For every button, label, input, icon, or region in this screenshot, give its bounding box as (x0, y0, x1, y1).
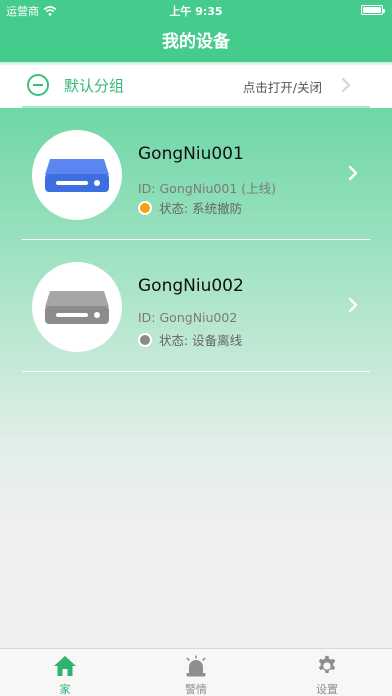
status-dot-icon (138, 332, 152, 347)
status-time: 上午 9:35 (169, 5, 223, 18)
tab-alarm-label: 警情 (185, 683, 207, 696)
group-header[interactable]: 默认分组 点击打开/关闭 (0, 62, 392, 108)
chevron-right-icon[interactable] (346, 164, 360, 182)
device-row-gongniu002[interactable]: GongNiu002 ID: GongNiu002 状态: 设备离线 (0, 240, 392, 372)
device-avatar (32, 130, 122, 220)
tab-settings-label: 设置 (316, 683, 338, 696)
alarm-icon (186, 655, 206, 677)
row-divider (22, 371, 370, 372)
device-name: GongNiu001 (138, 144, 244, 164)
home-icon (54, 656, 76, 676)
device-id: ID: GongNiu001 (上线) (138, 181, 277, 196)
status-bar: 运营商 上午 9:35 (0, 0, 392, 20)
tab-settings[interactable]: 设置 (262, 649, 392, 696)
page-title: 我的设备 (162, 32, 230, 52)
device-name: GongNiu002 (138, 276, 244, 296)
device-status: 状态: 系统撤防 (138, 198, 242, 217)
device-status-text: 状态: 系统撤防 (159, 201, 243, 216)
chevron-right-icon[interactable] (346, 296, 360, 314)
tab-home[interactable]: 家 (0, 649, 130, 696)
device-icon (45, 291, 109, 324)
tab-home-label: 家 (59, 683, 71, 696)
battery-icon (361, 5, 385, 15)
app-screen: 运营商 上午 9:35 我的设备 默认分组 点击打开/关闭 GongNiu001… (0, 0, 392, 696)
device-icon-top (45, 159, 109, 175)
tab-bar: 家 警情 设置 (0, 648, 392, 696)
device-list: GongNiu001 ID: GongNiu001 (上线) 状态: 系统撤防 (0, 108, 392, 648)
device-row-gongniu001[interactable]: GongNiu001 ID: GongNiu001 (上线) 状态: 系统撤防 (0, 108, 392, 240)
device-icon-top (45, 291, 109, 307)
header-bar: 运营商 上午 9:35 我的设备 (0, 0, 392, 62)
chevron-right-icon[interactable] (338, 76, 354, 94)
device-icon (45, 159, 109, 192)
device-status-text: 状态: 设备离线 (159, 333, 243, 348)
status-dot-icon (138, 200, 152, 215)
collapse-icon[interactable] (27, 74, 49, 96)
group-header-shadow (0, 62, 392, 66)
device-id: ID: GongNiu002 (138, 310, 238, 325)
tab-alarm[interactable]: 警情 (131, 649, 261, 696)
gear-icon (318, 655, 336, 673)
group-toggle-hint[interactable]: 点击打开/关闭 (243, 77, 322, 96)
device-avatar (32, 262, 122, 352)
group-name: 默认分组 (64, 77, 125, 95)
device-status: 状态: 设备离线 (138, 330, 242, 349)
